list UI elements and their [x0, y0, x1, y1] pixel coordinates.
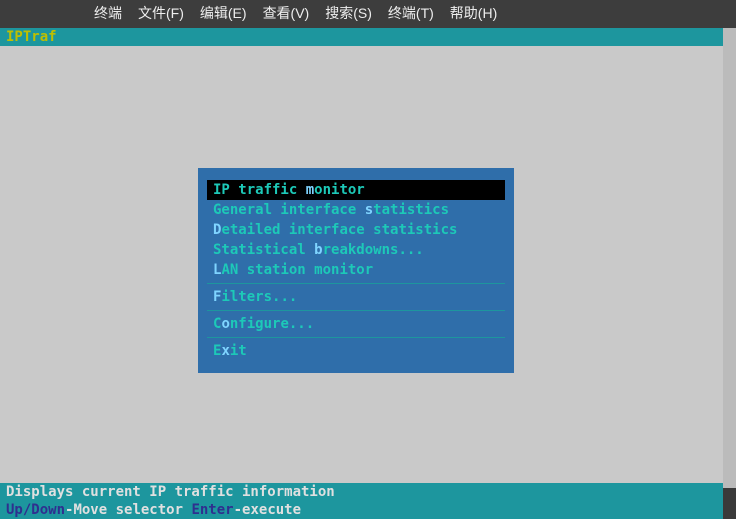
hotkey: x	[221, 343, 229, 359]
menu-group-0: IP traffic monitorGeneral interface stat…	[207, 177, 505, 284]
hotkey: m	[306, 182, 314, 198]
status-bar: Displays current IP traffic information …	[0, 483, 723, 519]
hotkey: s	[365, 202, 373, 218]
menu-item[interactable]: Configure...	[207, 314, 505, 334]
maximize-icon[interactable]: ▢	[58, 3, 82, 25]
menu-group-2: Configure...	[207, 311, 505, 338]
menu-item[interactable]: IP traffic monitor	[207, 180, 505, 200]
hint-updown-text: -Move selector	[65, 502, 191, 518]
app-header: IPTraf	[0, 28, 723, 46]
menu-item[interactable]: LAN station monitor	[207, 260, 505, 280]
menubar-item-2[interactable]: 编辑(E)	[196, 1, 251, 25]
terminal-area: IPTraf IP traffic monitorGeneral interfa…	[0, 28, 736, 519]
app-title: IPTraf	[6, 29, 57, 45]
close-icon[interactable]: ✕	[2, 3, 26, 25]
menu-item[interactable]: Detailed interface statistics	[207, 220, 505, 240]
scrollbar-thumb[interactable]	[723, 28, 736, 488]
menu-item[interactable]: Statistical breakdowns...	[207, 240, 505, 260]
hint-enter-key: Enter	[191, 502, 233, 518]
menu-item[interactable]: Exit	[207, 341, 505, 361]
menubar-item-0[interactable]: 终端	[90, 1, 126, 25]
hint-updown-key: Up/Down	[6, 502, 65, 518]
menu-item[interactable]: General interface statistics	[207, 200, 505, 220]
status-description: Displays current IP traffic information	[0, 483, 723, 501]
menubar-item-1[interactable]: 文件(F)	[134, 1, 188, 25]
main-menu: IP traffic monitorGeneral interface stat…	[198, 168, 514, 373]
minimize-icon[interactable]: —	[30, 3, 54, 25]
menu-group-1: Filters...	[207, 284, 505, 311]
status-hints: Up/Down-Move selector Enter-execute	[0, 501, 723, 519]
menubar-item-4[interactable]: 搜索(S)	[321, 1, 376, 25]
scrollbar[interactable]	[723, 28, 736, 519]
menu-item[interactable]: Filters...	[207, 287, 505, 307]
menubar-item-3[interactable]: 查看(V)	[259, 1, 314, 25]
menubar-item-6[interactable]: 帮助(H)	[446, 1, 501, 25]
menu-group-3: Exit	[207, 338, 505, 364]
menubar-item-5[interactable]: 终端(T)	[384, 1, 438, 25]
hotkey: o	[221, 316, 229, 332]
hint-enter-text: -execute	[234, 502, 301, 518]
hotkey: b	[314, 242, 322, 258]
